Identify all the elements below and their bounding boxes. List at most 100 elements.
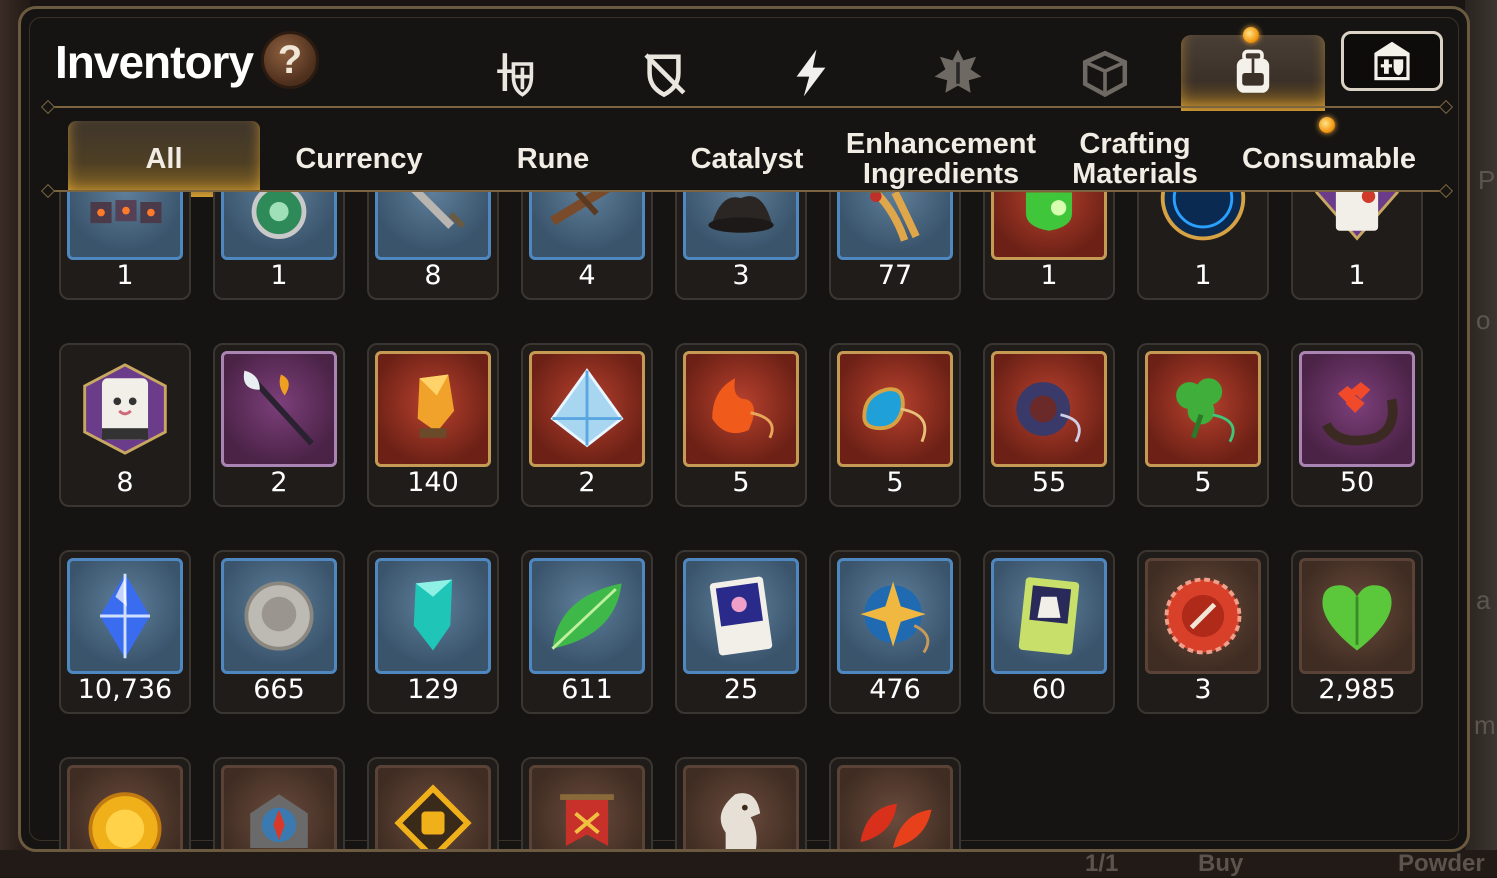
- item-icon-frame: [529, 765, 645, 849]
- item-slot[interactable]: 476: [829, 550, 961, 714]
- item-icon-frame: [375, 192, 491, 260]
- item-slot[interactable]: 1: [1291, 192, 1423, 300]
- item-slot[interactable]: 1: [59, 192, 191, 300]
- item-slot[interactable]: [59, 757, 191, 849]
- green-gem-icon: [1025, 192, 1073, 231]
- item-slot[interactable]: 3: [1137, 550, 1269, 714]
- item-slot[interactable]: 140: [367, 343, 499, 507]
- item-slot[interactable]: 60: [983, 550, 1115, 714]
- item-slot[interactable]: 5: [829, 343, 961, 507]
- subtab-enhancement-ingredients[interactable]: Enhancement Ingredients: [846, 121, 1036, 197]
- item-slot[interactable]: 10,736: [59, 550, 191, 714]
- item-slot[interactable]: 4: [521, 192, 653, 300]
- item-slot[interactable]: 2: [521, 343, 653, 507]
- pet-food-icon: [1315, 192, 1399, 241]
- item-slot[interactable]: [367, 757, 499, 849]
- item-slot[interactable]: 55: [983, 343, 1115, 507]
- item-icon-frame: [837, 765, 953, 849]
- background-page-count: 1/1: [1085, 850, 1119, 877]
- help-button[interactable]: ?: [261, 31, 319, 89]
- item-slot[interactable]: [675, 757, 807, 849]
- sun-coin-icon: [88, 792, 162, 849]
- item-icon-frame: [683, 351, 799, 467]
- blue-crystal-icon: [100, 573, 150, 659]
- knight-piece-icon: [720, 793, 761, 849]
- tab-skill[interactable]: [745, 35, 877, 111]
- item-icon-frame: [67, 765, 183, 849]
- tab-inventory[interactable]: [1181, 35, 1325, 111]
- subtab-notification-dot: [1319, 117, 1335, 133]
- green-heart-icon: [1322, 585, 1392, 651]
- item-icon-frame: [837, 351, 953, 467]
- item-icon-frame: [221, 351, 337, 467]
- item-icon-frame: [1299, 351, 1415, 467]
- water-pendant-icon: [862, 387, 927, 443]
- item-slot[interactable]: 5: [675, 343, 807, 507]
- item-icon-frame: [375, 558, 491, 674]
- tab-cube[interactable]: [1039, 35, 1171, 111]
- item-icon-frame: [1145, 558, 1261, 674]
- subtab-crafting-materials[interactable]: Crafting Materials: [1042, 121, 1228, 197]
- subtab-currency[interactable]: Currency: [266, 121, 452, 197]
- item-icon-frame: [529, 351, 645, 467]
- item-icon-frame: [67, 192, 183, 260]
- lightning-icon: [796, 49, 826, 97]
- item-slot[interactable]: 3: [675, 192, 807, 300]
- red-leaves-icon: [860, 803, 932, 848]
- item-grid: 1 1 8 4 3 77 1 1 1 8 2 140 2 5 5 55 5 50…: [21, 192, 1467, 849]
- item-slot[interactable]: [213, 757, 345, 849]
- tab-equipment[interactable]: [451, 35, 583, 111]
- item-slot[interactable]: 2,985: [1291, 550, 1423, 714]
- item-slot[interactable]: 5: [1137, 343, 1269, 507]
- item-slot[interactable]: 665: [213, 550, 345, 714]
- item-quantity: 1: [116, 260, 134, 291]
- item-slot[interactable]: 77: [829, 192, 961, 300]
- item-icon-frame: [221, 765, 337, 849]
- item-slot[interactable]: [829, 757, 961, 849]
- item-slot[interactable]: [521, 757, 653, 849]
- outfit-card-icon: [1018, 577, 1080, 655]
- item-slot[interactable]: 25: [675, 550, 807, 714]
- item-quantity: 129: [407, 674, 459, 705]
- item-slot[interactable]: 1: [213, 192, 345, 300]
- item-quantity: 55: [1031, 467, 1067, 498]
- item-quantity: 2: [270, 467, 288, 498]
- backpack-icon: [1236, 49, 1270, 93]
- item-quantity: 476: [869, 674, 921, 705]
- red-seal-icon: [1164, 577, 1242, 655]
- item-slot[interactable]: 611: [521, 550, 653, 714]
- item-quantity: 8: [424, 260, 442, 291]
- item-slot[interactable]: 2: [213, 343, 345, 507]
- rune-stones-icon: [90, 200, 162, 224]
- item-quantity: 1: [1194, 260, 1212, 291]
- subtab-all[interactable]: All: [68, 121, 260, 197]
- item-slot[interactable]: 8: [59, 343, 191, 507]
- item-quantity: 3: [732, 260, 750, 291]
- green-brooch-icon: [251, 192, 307, 239]
- item-quantity: 10,736: [77, 674, 173, 705]
- dark-ore-icon: [708, 196, 774, 233]
- green-leaf-icon: [551, 583, 622, 650]
- cube-icon: [1082, 50, 1128, 98]
- inventory-panel: Inventory ? All Currency Rune Catalyst E…: [18, 6, 1470, 852]
- item-quantity: 665: [253, 674, 305, 705]
- item-icon-frame: [1145, 351, 1261, 467]
- subtab-rune[interactable]: Rune: [460, 121, 646, 197]
- item-icon-frame: [67, 351, 183, 467]
- tab-divider-line: [49, 106, 1445, 108]
- item-slot[interactable]: 8: [367, 192, 499, 300]
- tab-emblem[interactable]: [892, 35, 1024, 111]
- tab-guild[interactable]: [1341, 31, 1443, 91]
- subtab-catalyst[interactable]: Catalyst: [654, 121, 840, 197]
- item-slot[interactable]: 1: [983, 192, 1115, 300]
- item-slot[interactable]: 50: [1291, 343, 1423, 507]
- tab-defense[interactable]: [598, 35, 730, 111]
- item-icon-frame: [375, 765, 491, 849]
- background-letter: o: [1476, 305, 1491, 335]
- item-icon-frame: [529, 558, 645, 674]
- red-flower-ring-icon: [1321, 382, 1398, 446]
- item-slot[interactable]: 129: [367, 550, 499, 714]
- crossbow-icon: [549, 192, 610, 226]
- item-slot[interactable]: 1: [1137, 192, 1269, 300]
- item-icon-frame: [683, 765, 799, 849]
